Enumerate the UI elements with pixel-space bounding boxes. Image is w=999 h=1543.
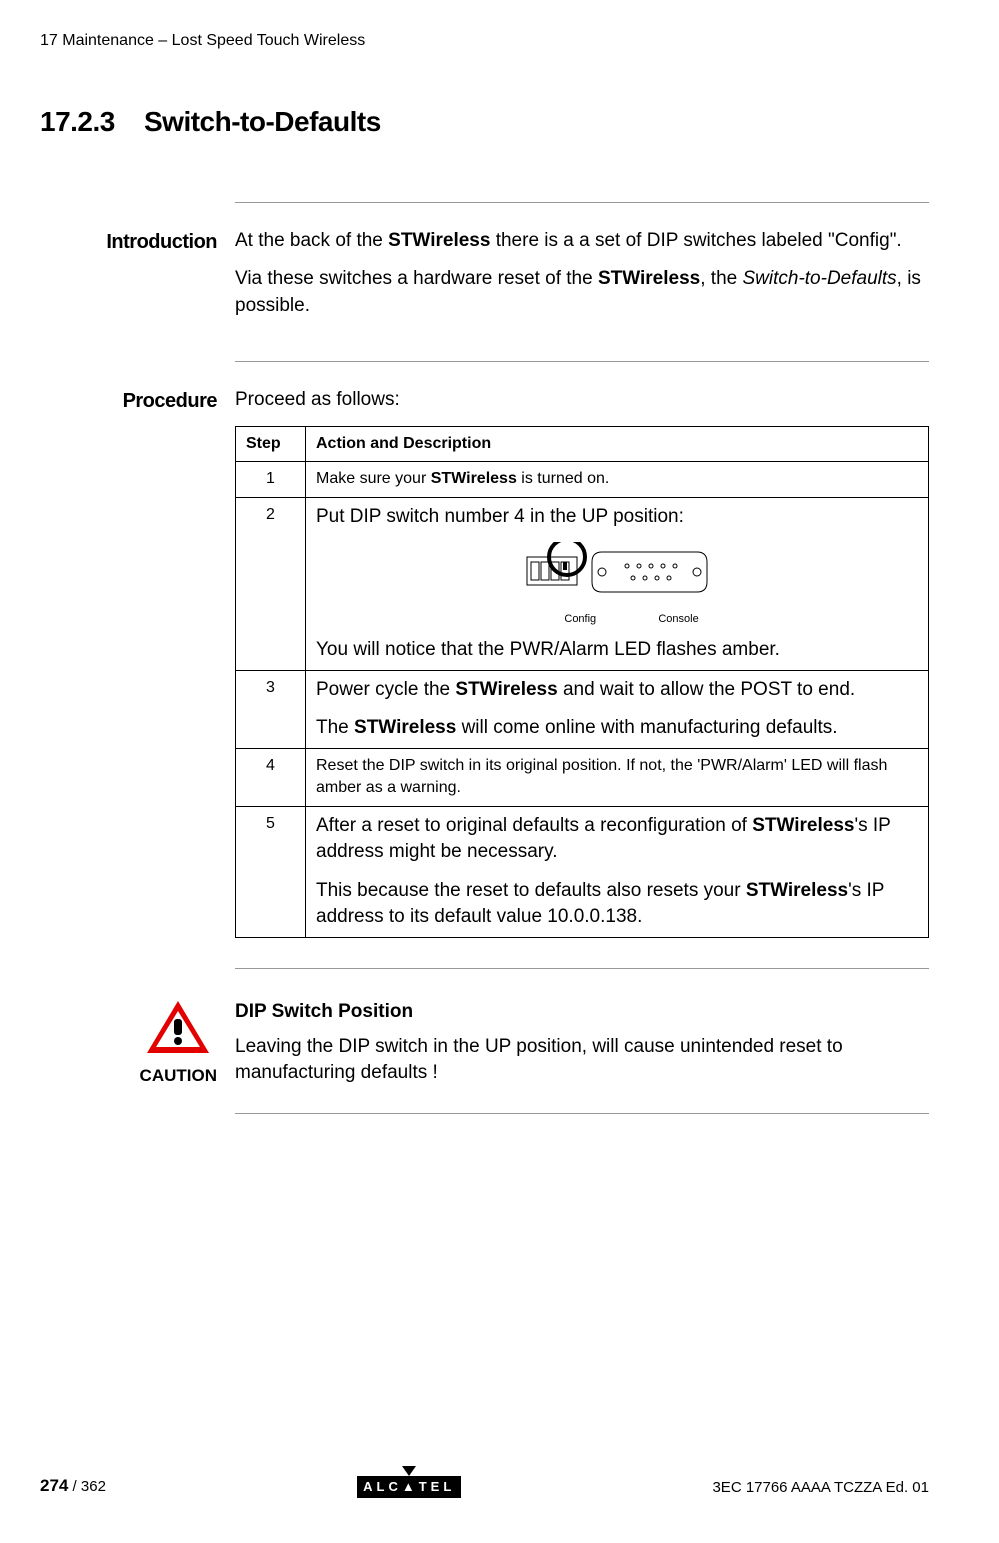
triangle-down-icon [402, 1466, 416, 1476]
product-name: STWireless [746, 880, 848, 901]
total-pages: 362 [81, 1478, 106, 1495]
footer-logo: ALC▲TEL [357, 1455, 461, 1498]
table-row: 2 Put DIP switch number 4 in the UP posi… [236, 497, 929, 670]
text: You will notice that the PWR/Alarm LED f… [316, 637, 918, 664]
page-number: 274 / 362 [40, 1474, 106, 1498]
procedure-table: Step Action and Description 1 Make sure … [235, 426, 929, 938]
step-number: 3 [236, 670, 306, 748]
text: At the back of the [235, 230, 388, 251]
intro-heading: Introduction [40, 228, 235, 332]
caution-block: CAUTION DIP Switch Position Leaving the … [40, 999, 929, 1088]
page-header: 17 Maintenance – Lost Speed Touch Wirele… [40, 30, 929, 52]
section-number: 17.2.3 [40, 106, 115, 137]
console-label: Console [658, 612, 698, 627]
step-number: 1 [236, 462, 306, 497]
step-number: 2 [236, 497, 306, 670]
step-action: Put DIP switch number 4 in the UP positi… [306, 497, 929, 670]
caution-label: CAUTION [140, 1064, 217, 1088]
step-action: Make sure your STWireless is turned on. [306, 462, 929, 497]
feature-name: Switch-to-Defaults [742, 268, 896, 289]
text: and wait to allow the POST to end. [558, 679, 856, 700]
diagram-labels: Config Console [316, 612, 918, 627]
divider [235, 968, 929, 969]
table-row: 1 Make sure your STWireless is turned on… [236, 462, 929, 497]
divider [235, 361, 929, 362]
text: Make sure your [316, 470, 431, 487]
config-label: Config [555, 612, 605, 627]
text: there is a a set of DIP switches labeled… [490, 230, 901, 251]
caution-icon: CAUTION [140, 999, 217, 1088]
text: This because the reset to defaults also … [316, 880, 746, 901]
alcatel-logo: ALC▲TEL [357, 1476, 461, 1498]
text: is turned on. [517, 470, 610, 487]
procedure-heading: Procedure [40, 387, 235, 938]
product-name: STWireless [354, 717, 456, 738]
page-footer: 274 / 362 ALC▲TEL 3EC 17766 AAAA TCZZA E… [40, 1455, 929, 1498]
dip-switch-diagram: Config Console [316, 542, 918, 627]
product-name: STWireless [455, 679, 557, 700]
text: Put DIP switch number 4 in the UP positi… [316, 504, 918, 531]
step-action: Reset the DIP switch in its original pos… [306, 748, 929, 806]
table-header-row: Step Action and Description [236, 426, 929, 461]
caution-text: Leaving the DIP switch in the UP positio… [235, 1034, 929, 1087]
current-page: 274 [40, 1476, 68, 1495]
text: will come online with manufacturing defa… [456, 717, 837, 738]
document-id: 3EC 17766 AAAA TCZZA Ed. 01 [712, 1477, 929, 1498]
introduction-block: Introduction At the back of the STWirele… [40, 228, 929, 332]
text: Via these switches a hardware reset of t… [235, 268, 598, 289]
step-action: After a reset to original defaults a rec… [306, 806, 929, 937]
intro-p1: At the back of the STWireless there is a… [235, 228, 929, 255]
warning-triangle-icon [143, 999, 213, 1059]
caution-icon-holder: CAUTION [40, 999, 235, 1088]
table-row: 4 Reset the DIP switch in its original p… [236, 748, 929, 806]
section-title: 17.2.3 Switch-to-Defaults [40, 102, 929, 141]
divider [235, 1113, 929, 1114]
table-row: 3 Power cycle the STWireless and wait to… [236, 670, 929, 748]
product-name: STWireless [598, 268, 700, 289]
caution-title: DIP Switch Position [235, 999, 929, 1026]
step-number: 5 [236, 806, 306, 937]
product-name: STWireless [752, 815, 854, 836]
text: , the [700, 268, 742, 289]
intro-p2: Via these switches a hardware reset of t… [235, 266, 929, 319]
intro-content: At the back of the STWireless there is a… [235, 228, 929, 332]
step-number: 4 [236, 748, 306, 806]
text: Power cycle the [316, 679, 455, 700]
caution-content: DIP Switch Position Leaving the DIP swit… [235, 999, 929, 1088]
text: This because the reset to defaults also … [316, 878, 918, 931]
col-step-header: Step [236, 426, 306, 461]
procedure-content: Proceed as follows: Step Action and Desc… [235, 387, 929, 938]
product-name: STWireless [388, 230, 490, 251]
divider [235, 202, 929, 203]
procedure-lead: Proceed as follows: [235, 387, 929, 414]
text: The [316, 717, 354, 738]
table-row: 5 After a reset to original defaults a r… [236, 806, 929, 937]
text: Power cycle the STWireless and wait to a… [316, 677, 918, 704]
text: The STWireless will come online with man… [316, 715, 918, 742]
text: After a reset to original defaults a rec… [316, 813, 918, 866]
dip-switch-icon [507, 542, 727, 602]
procedure-block: Procedure Proceed as follows: Step Actio… [40, 387, 929, 938]
page-separator: / [68, 1478, 81, 1495]
col-action-header: Action and Description [306, 426, 929, 461]
section-name: Switch-to-Defaults [144, 106, 381, 137]
step-action: Power cycle the STWireless and wait to a… [306, 670, 929, 748]
text: After a reset to original defaults a rec… [316, 815, 752, 836]
product-name: STWireless [431, 470, 517, 487]
